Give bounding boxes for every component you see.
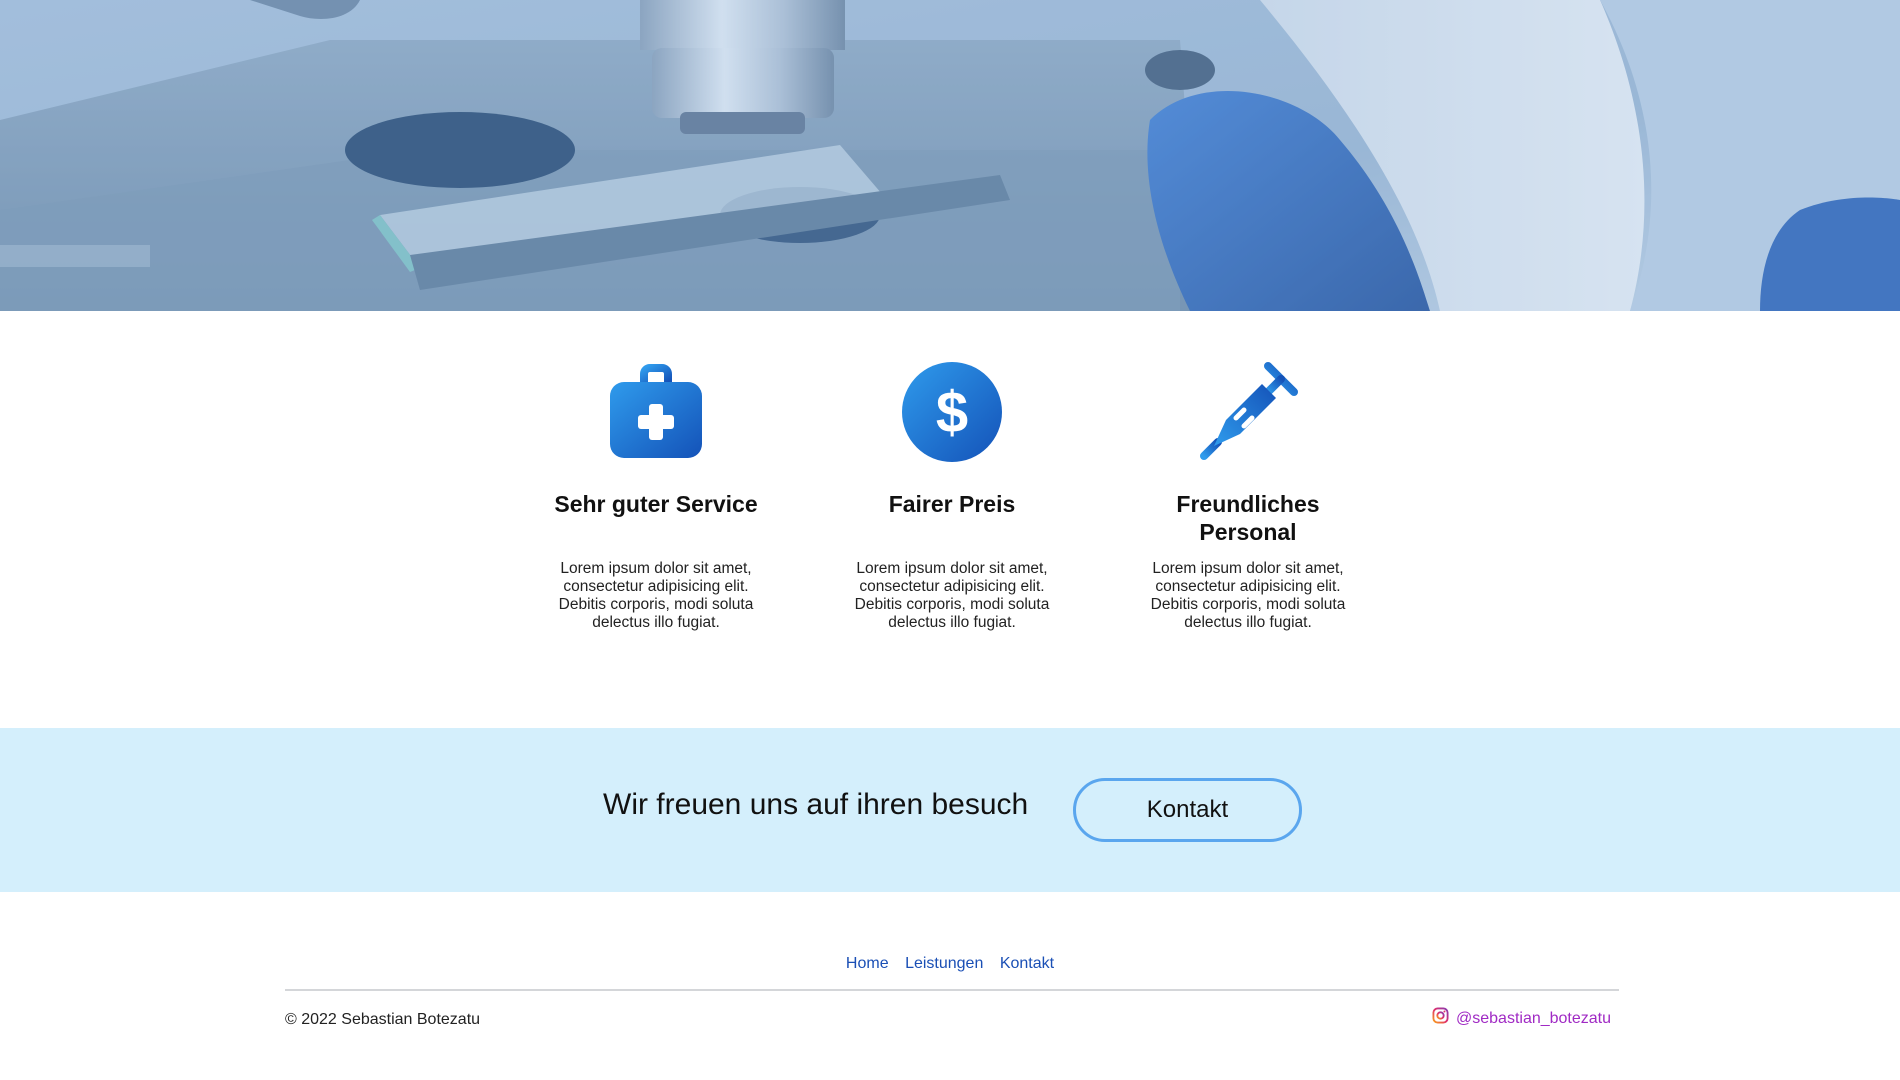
syringe-icon xyxy=(1200,362,1298,460)
microscope-photo xyxy=(0,0,1900,311)
feature-price: $ Fairer Preis Lorem ipsum dolor sit ame… xyxy=(842,360,1062,632)
feature-service: Sehr guter Service Lorem ipsum dolor sit… xyxy=(546,360,766,632)
cta-text: Wir freuen uns auf ihren besuch xyxy=(603,788,1029,821)
footer-divider xyxy=(285,989,1619,991)
first-aid-kit-icon xyxy=(610,364,702,458)
copyright-text: © 2022 Sebastian Botezatu xyxy=(285,1011,481,1028)
feature-staff: Freundliches Personal Lorem ipsum dolor … xyxy=(1138,360,1358,632)
cta-section: Wir freuen uns auf ihren besuch Kontakt xyxy=(0,728,1900,892)
feature-text: Lorem ipsum dolor sit amet, consectetur … xyxy=(1150,560,1346,631)
contact-button[interactable]: Kontakt xyxy=(1073,778,1302,842)
dollar-coin-icon: $ xyxy=(902,362,1002,462)
footer: Home Leistungen Kontakt © 2022 Sebastian… xyxy=(0,892,1900,1080)
feature-title: Sehr guter Service xyxy=(554,491,758,517)
feature-title: Fairer Preis xyxy=(888,491,1016,517)
footer-link-kontakt[interactable]: Kontakt xyxy=(1000,955,1054,972)
footer-link-leistungen[interactable]: Leistungen xyxy=(905,955,983,972)
features-section: Sehr guter Service Lorem ipsum dolor sit… xyxy=(0,311,1900,728)
instagram-link[interactable]: @sebastian_botezatu xyxy=(1432,1006,1612,1028)
footer-link-home[interactable]: Home xyxy=(846,955,889,972)
feature-text: Lorem ipsum dolor sit amet, consectetur … xyxy=(854,560,1050,631)
feature-text: Lorem ipsum dolor sit amet, consectetur … xyxy=(558,560,754,631)
feature-title: Freundliches Personal xyxy=(1176,491,1320,545)
svg-text:$: $ xyxy=(936,380,968,445)
hero-image xyxy=(0,0,1900,311)
instagram-handle: @sebastian_botezatu xyxy=(1456,1010,1612,1027)
instagram-icon xyxy=(1432,1006,1449,1024)
footer-nav: Home Leistungen Kontakt xyxy=(0,955,1900,973)
